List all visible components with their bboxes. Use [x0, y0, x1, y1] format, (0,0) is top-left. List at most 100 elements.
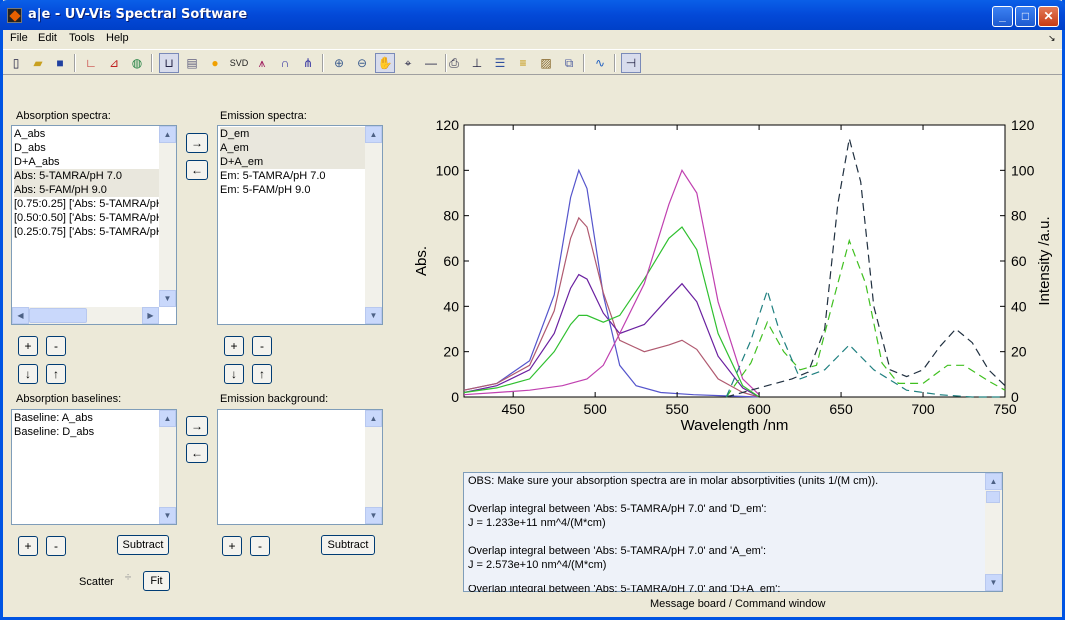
scroll-up-icon[interactable]: ▲ — [985, 473, 1002, 490]
y-tick-label: 40 — [443, 298, 459, 314]
scroll-down-icon[interactable]: ▼ — [985, 574, 1002, 591]
save-icon[interactable]: ■ — [50, 53, 70, 73]
add-background-button[interactable]: + — [222, 536, 242, 556]
absorption-baselines-listbox[interactable]: Baseline: A_abs Baseline: D_abs ▲ ▼ — [11, 409, 177, 525]
menu-file[interactable]: File — [10, 32, 28, 44]
message-line: J = 1.233e+11 nm^4/(M*cm) — [468, 517, 606, 529]
scroll-down-icon[interactable]: ▼ — [159, 507, 176, 524]
absorption-spectra-listbox[interactable]: A_abs D_abs D+A_abs Abs: 5-TAMRA/pH 7.0 … — [11, 125, 177, 325]
color-lines-icon[interactable]: ≡ — [513, 53, 533, 73]
dock-figure-icon[interactable]: ⊣ — [621, 53, 641, 73]
subtract-baseline-button[interactable]: Subtract — [117, 535, 169, 555]
wave-icon[interactable]: ∿ — [590, 53, 610, 73]
list-item[interactable]: [0.25:0.75] ['Abs: 5-TAMRA/pH — [14, 225, 159, 239]
peak-plot-icon[interactable]: ⊿ — [104, 53, 124, 73]
list-item[interactable]: D+A_em — [220, 155, 365, 169]
list-item[interactable]: A_em — [220, 141, 365, 155]
add-absorption-button[interactable]: + — [18, 336, 38, 356]
remove-absorption-button[interactable]: - — [46, 336, 66, 356]
close-button[interactable]: ✕ — [1038, 6, 1059, 27]
vertical-scrollbar[interactable]: ▲ ▼ — [985, 473, 1002, 591]
open-folder-icon[interactable]: ▰ — [28, 53, 48, 73]
vertical-scrollbar[interactable]: ▲ ▼ — [159, 126, 176, 307]
add-emission-button[interactable]: + — [224, 336, 244, 356]
svd-button[interactable]: SVD — [226, 53, 252, 73]
list-item[interactable]: A_abs — [14, 127, 159, 141]
list-item[interactable]: Baseline: A_abs — [14, 411, 159, 425]
scroll-thumb[interactable] — [986, 491, 1000, 503]
list-item[interactable]: [0.75:0.25] ['Abs: 5-TAMRA/pH — [14, 197, 159, 211]
horizontal-scrollbar[interactable]: ◀ ▶ — [12, 307, 159, 324]
peak-fit-icon[interactable]: ∩ — [275, 53, 295, 73]
scroll-up-icon[interactable]: ▲ — [365, 410, 382, 427]
line-icon[interactable]: — — [421, 53, 441, 73]
list-item[interactable]: Baseline: D_abs — [14, 425, 159, 439]
list-item[interactable]: Em: 5-FAM/pH 9.0 — [220, 183, 365, 197]
scroll-up-icon[interactable]: ▲ — [365, 126, 382, 143]
title-bar[interactable]: a|e - UV-Vis Spectral Software _ □ ✕ — [0, 0, 1065, 30]
emission-background-listbox[interactable]: ▲ ▼ — [217, 409, 383, 525]
peak-cursor-icon[interactable]: ⋔ — [298, 53, 318, 73]
remove-baseline-button[interactable]: - — [46, 536, 66, 556]
scroll-right-icon[interactable]: ▶ — [142, 307, 159, 324]
scroll-down-icon[interactable]: ▼ — [159, 290, 176, 307]
move-right-button[interactable]: → — [186, 133, 208, 153]
move-absorption-up-button[interactable]: ↑ — [46, 364, 66, 384]
subtract-background-button[interactable]: Subtract — [321, 535, 375, 555]
scroll-down-icon[interactable]: ▼ — [365, 307, 382, 324]
list-item[interactable]: Abs: 5-TAMRA/pH 7.0 — [14, 169, 159, 183]
menu-tools[interactable]: Tools — [69, 32, 95, 44]
move-left-background-button[interactable]: ← — [186, 443, 208, 463]
vertical-scrollbar[interactable]: ▲ ▼ — [365, 126, 382, 324]
vertical-scrollbar[interactable]: ▲ ▼ — [159, 410, 176, 524]
y2-tick-label: 100 — [1011, 162, 1035, 178]
fit-button[interactable]: Fit — [143, 571, 170, 591]
scatter-slider[interactable]: ÷ — [119, 571, 137, 591]
list-item[interactable]: D+A_abs — [14, 155, 159, 169]
dock-arrow-icon[interactable]: ↘ — [1048, 33, 1056, 44]
scroll-up-icon[interactable]: ▲ — [159, 126, 176, 143]
move-emission-down-button[interactable]: ↓ — [224, 364, 244, 384]
move-absorption-down-button[interactable]: ↓ — [18, 364, 38, 384]
list-item[interactable]: D_abs — [14, 141, 159, 155]
move-left-button[interactable]: ← — [186, 160, 208, 180]
list-item[interactable]: Abs: 5-FAM/pH 9.0 — [14, 183, 159, 197]
minimize-button[interactable]: _ — [992, 6, 1013, 27]
list-item[interactable]: [0.50:0.50] ['Abs: 5-TAMRA/pH — [14, 211, 159, 225]
remove-background-button[interactable]: - — [250, 536, 270, 556]
scroll-down-icon[interactable]: ▼ — [365, 507, 382, 524]
scroll-up-icon[interactable]: ▲ — [159, 410, 176, 427]
list-item[interactable]: D_em — [220, 127, 365, 141]
list-item[interactable]: Em: 5-TAMRA/pH 7.0 — [220, 169, 365, 183]
menu-edit[interactable]: Edit — [38, 32, 57, 44]
data-cursor-icon[interactable]: ⌖ — [398, 53, 418, 73]
message-board[interactable]: OBS: Make sure your absorption spectra a… — [463, 472, 1003, 592]
zoom-in-icon[interactable]: ⊕ — [329, 53, 349, 73]
maximize-button[interactable]: □ — [1015, 6, 1036, 27]
multi-peak-icon[interactable]: ⩚ — [252, 53, 272, 73]
windows-icon[interactable]: ⧉ — [559, 53, 579, 73]
palette-icon[interactable]: ▨ — [536, 53, 556, 73]
axes-box-icon[interactable]: ⊔ — [159, 53, 179, 73]
scroll-thumb[interactable] — [29, 308, 87, 323]
zoom-out-icon[interactable]: ⊖ — [352, 53, 372, 73]
scroll-left-icon[interactable]: ◀ — [12, 307, 29, 324]
emission-spectra-listbox[interactable]: D_em A_em D+A_em Em: 5-TAMRA/pH 7.0 Em: … — [217, 125, 383, 325]
axis-scale-icon[interactable]: ⊥ — [467, 53, 487, 73]
globe-icon[interactable]: ◍ — [127, 53, 147, 73]
remove-emission-button[interactable]: - — [252, 336, 272, 356]
move-right-background-button[interactable]: → — [186, 416, 208, 436]
plot-axes-icon[interactable]: ∟ — [81, 53, 101, 73]
pan-hand-icon[interactable]: ✋ — [375, 53, 395, 73]
emission-background-label: Emission background: — [220, 393, 329, 405]
menu-help[interactable]: Help — [106, 32, 129, 44]
ruler-icon[interactable]: ▤ — [182, 53, 202, 73]
print-icon[interactable]: ⎙ — [444, 53, 464, 73]
move-emission-up-button[interactable]: ↑ — [252, 364, 272, 384]
add-baseline-button[interactable]: + — [18, 536, 38, 556]
vertical-scrollbar[interactable]: ▲ ▼ — [365, 410, 382, 524]
spectra-chart[interactable]: 450 500 550 600 650 700 7500 020 2040 4060 6080 801… — [400, 108, 1060, 443]
sun-icon[interactable]: ● — [205, 53, 225, 73]
legend-icon[interactable]: ☰ — [490, 53, 510, 73]
new-file-icon[interactable]: ▯ — [6, 53, 26, 73]
